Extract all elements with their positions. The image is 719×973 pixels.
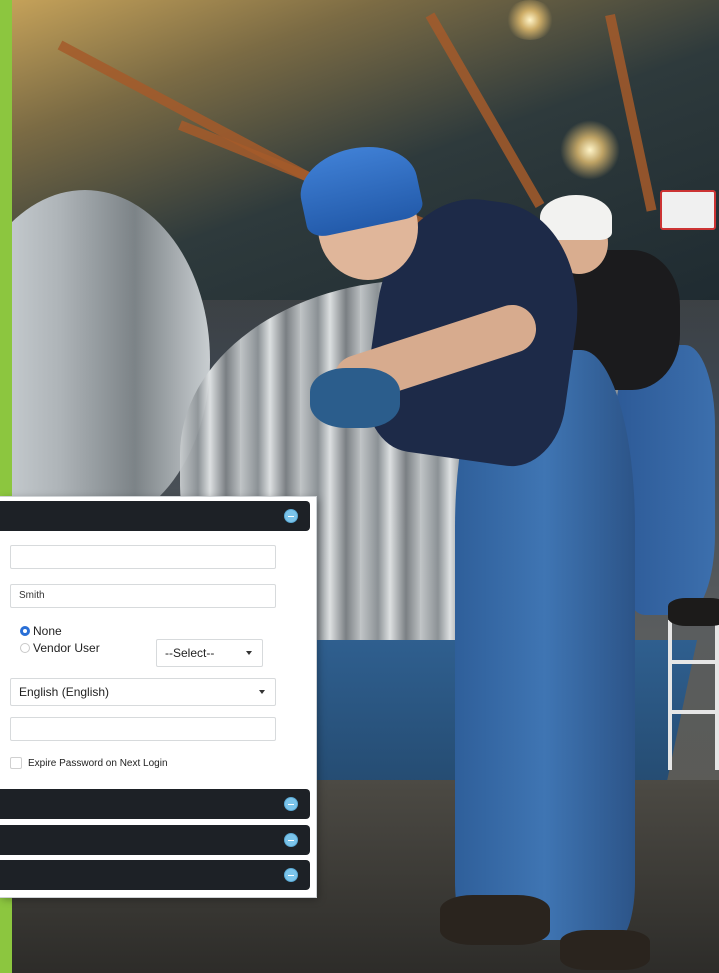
minus-circle-icon[interactable] bbox=[284, 509, 298, 523]
section-header-collapsed-3[interactable] bbox=[0, 860, 310, 890]
radio-selected-icon[interactable] bbox=[20, 626, 30, 636]
first-name-field[interactable] bbox=[10, 545, 276, 569]
caret-down-icon bbox=[246, 651, 252, 655]
language-select[interactable]: English (English) bbox=[10, 678, 276, 706]
section-header-user-info[interactable] bbox=[0, 501, 310, 531]
minus-circle-icon[interactable] bbox=[284, 833, 298, 847]
expire-password-row[interactable]: Expire Password on Next Login bbox=[10, 757, 168, 769]
expire-password-checkbox[interactable] bbox=[10, 757, 22, 769]
section-header-collapsed-1[interactable] bbox=[0, 789, 310, 819]
worker-glove bbox=[310, 368, 400, 428]
last-name-value: Smith bbox=[19, 590, 45, 601]
worker-boot bbox=[560, 930, 650, 970]
warning-sign bbox=[660, 190, 716, 230]
language-select-value: English (English) bbox=[19, 685, 110, 699]
last-name-field[interactable]: Smith bbox=[10, 584, 276, 608]
radio-option-vendor-user[interactable]: Vendor User bbox=[20, 641, 100, 655]
radio-option-none[interactable]: None bbox=[20, 624, 62, 638]
section-header-collapsed-2[interactable] bbox=[0, 825, 310, 855]
worker-boot bbox=[668, 598, 719, 626]
radio-label: Vendor User bbox=[33, 641, 100, 655]
minus-circle-icon[interactable] bbox=[284, 797, 298, 811]
vendor-select[interactable]: --Select-- bbox=[156, 639, 263, 667]
ceiling-light bbox=[560, 120, 620, 180]
ceiling-light bbox=[505, 0, 555, 40]
expire-password-label: Expire Password on Next Login bbox=[28, 757, 168, 769]
caret-down-icon bbox=[259, 690, 265, 694]
ladder bbox=[668, 620, 719, 770]
vendor-select-value: --Select-- bbox=[165, 646, 215, 660]
worker-boot bbox=[440, 895, 550, 945]
password-field[interactable] bbox=[10, 717, 276, 741]
radio-unselected-icon[interactable] bbox=[20, 643, 30, 653]
radio-label: None bbox=[33, 624, 62, 638]
minus-circle-icon[interactable] bbox=[284, 868, 298, 882]
